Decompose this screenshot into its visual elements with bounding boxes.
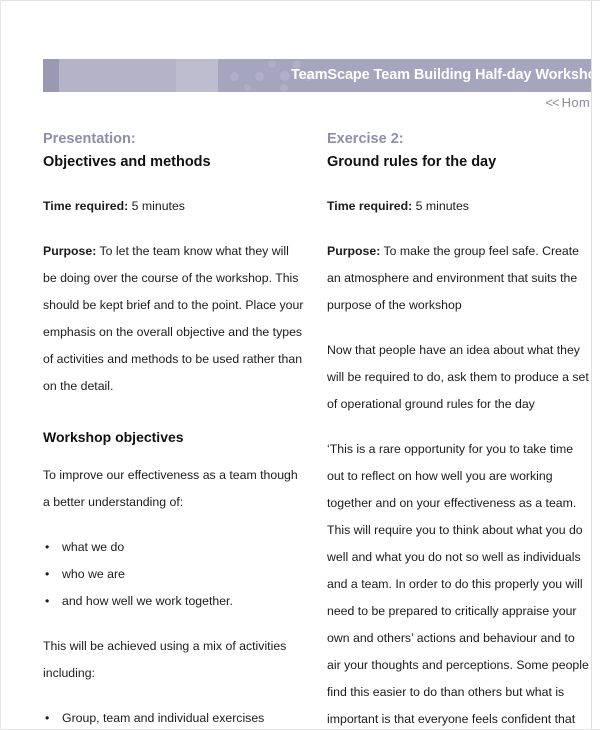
right-time-required: Time required: 5 minutes [327, 193, 573, 220]
left-purpose-paragraph: Purpose: To let the team know what they … [43, 238, 305, 400]
left-time-required: Time required: 5 minutes [43, 193, 305, 220]
left-section-title: Objectives and methods [43, 154, 211, 170]
list-item: and how well we work together. [43, 588, 305, 615]
mix-intro: This will be achieved using a mix of act… [43, 639, 287, 680]
workshop-objectives-heading: Workshop objectives [43, 429, 184, 445]
right-time-value: 5 minutes [415, 199, 469, 213]
mix-bullet-list: Group, team and individual exercises Gro… [43, 705, 305, 729]
right-time-label: Time required: [327, 199, 413, 213]
left-time-value: 5 minutes [131, 199, 185, 213]
banner-band-left [43, 59, 59, 92]
page-right-edge-rule [591, 1, 592, 729]
right-quoted-paragraph: ‘This is a rare opportunity for you to t… [327, 442, 589, 726]
left-section-kicker: Presentation: [43, 131, 136, 147]
left-time-label: Time required: [43, 199, 129, 213]
objectives-bullet-list: what we do who we are and how well we wo… [43, 534, 305, 615]
left-purpose-text: To let the team know what they will be d… [43, 244, 304, 393]
right-section-kicker: Exercise 2: [327, 131, 404, 147]
right-column: Exercise 2: Ground rules for the day Tim… [327, 129, 589, 729]
banner-band-pale [176, 59, 218, 92]
list-item: who we are [43, 561, 305, 588]
document-page: TeamScape Team Building Half-day Worksho… [0, 0, 600, 730]
header-banner: TeamScape Team Building Half-day Worksho… [43, 59, 591, 92]
list-item: Group, team and individual exercises [43, 705, 305, 729]
list-item: what we do [43, 534, 305, 561]
right-purpose-label: Purpose: [327, 244, 381, 258]
objectives-intro: To improve our effectiveness as a team t… [43, 468, 298, 509]
left-purpose-label: Purpose: [43, 244, 97, 258]
right-section-title: Ground rules for the day [327, 154, 497, 170]
banner-band-light [59, 59, 176, 92]
right-paragraph-2: Now that people have an idea about what … [327, 343, 589, 411]
home-link-label: Hom [561, 95, 590, 110]
left-column: Presentation: Objectives and methods Tim… [43, 129, 305, 729]
right-purpose-paragraph: Purpose: To make the group feel safe. Cr… [327, 238, 589, 319]
home-link[interactable]: << Hom [545, 95, 590, 110]
double-chevron-left-icon: << [545, 95, 559, 110]
banner-title: TeamScape Team Building Half-day Worksho… [291, 67, 591, 83]
